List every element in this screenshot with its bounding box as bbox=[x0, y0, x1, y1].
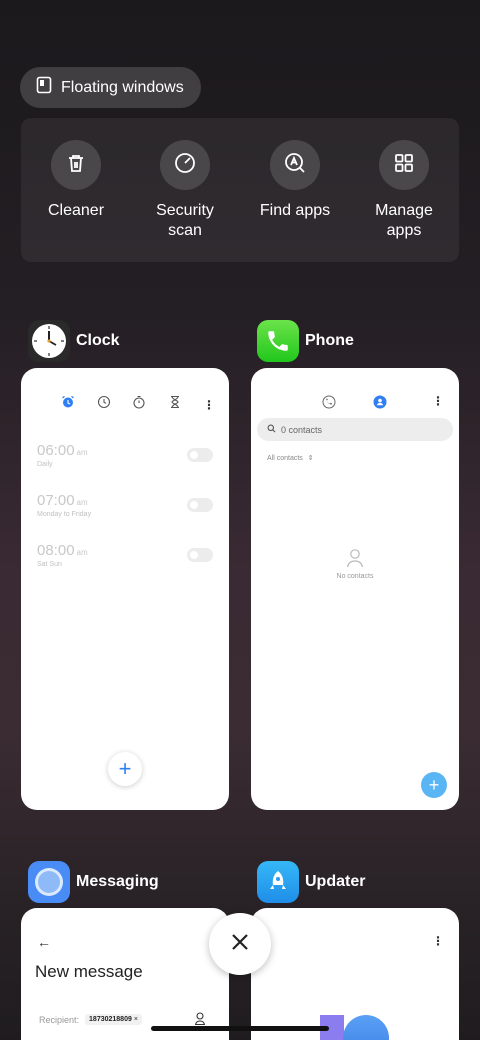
home-gesture-bar[interactable] bbox=[151, 1026, 329, 1031]
clock-app-name: Clock bbox=[76, 332, 120, 349]
person-outline-icon bbox=[251, 548, 459, 570]
alarm-item[interactable]: 06:00 am Daily bbox=[37, 442, 213, 482]
timer-icon[interactable] bbox=[168, 395, 182, 414]
close-icon bbox=[231, 933, 249, 956]
clock-app-card[interactable]: ⋮ 06:00 am Daily 07:00 am Monday to Friday… bbox=[21, 368, 229, 810]
plus-icon: + bbox=[428, 774, 440, 795]
clock-app-icon bbox=[28, 320, 70, 362]
updater-app-icon bbox=[257, 861, 299, 903]
sort-arrows-icon: ⇕ bbox=[307, 455, 314, 462]
trash-icon bbox=[65, 152, 87, 179]
remove-chip-icon[interactable]: × bbox=[134, 1016, 138, 1023]
alarm-item[interactable]: 08:00 am Sat Sun bbox=[37, 542, 213, 582]
recipient-chip[interactable]: 18730218809 × bbox=[85, 1014, 142, 1025]
search-placeholder: 0 contacts bbox=[281, 424, 323, 435]
contacts-filter-dropdown[interactable]: All contacts ⇕ bbox=[267, 454, 314, 462]
contacts-icon[interactable] bbox=[373, 395, 387, 414]
more-options-icon[interactable]: ⋮ bbox=[432, 934, 444, 948]
cleaner-button[interactable]: Cleaner bbox=[21, 140, 131, 221]
alarm-repeat: Sat Sun bbox=[37, 561, 62, 568]
phone-app-card[interactable]: ⋮ 0 contacts All contacts ⇕ No contacts … bbox=[251, 368, 459, 810]
phone-app-header[interactable]: Phone bbox=[257, 320, 354, 362]
cleaner-label: Cleaner bbox=[47, 202, 105, 219]
alarm-repeat: Daily bbox=[37, 461, 53, 468]
add-alarm-button[interactable]: + bbox=[108, 752, 142, 786]
quick-actions-panel: Cleaner Security scan Find apps Manage a… bbox=[21, 118, 459, 262]
stopwatch-icon[interactable] bbox=[132, 395, 146, 414]
messaging-app-name: Messaging bbox=[76, 873, 159, 890]
floating-windows-label: Floating windows bbox=[61, 78, 184, 96]
alarm-ampm: am bbox=[76, 548, 88, 557]
alarm-repeat: Monday to Friday bbox=[37, 511, 92, 518]
more-options-icon[interactable]: ⋮ bbox=[432, 394, 444, 408]
manage-apps-label: Manage apps bbox=[375, 202, 433, 239]
recipient-field[interactable]: Recipient: 18730218809 × bbox=[39, 1014, 142, 1025]
plus-icon: + bbox=[118, 756, 132, 781]
security-scan-icon bbox=[173, 151, 197, 180]
contacts-search-input[interactable]: 0 contacts bbox=[257, 418, 453, 441]
alarm-icon[interactable] bbox=[61, 395, 75, 414]
security-scan-label: Security scan bbox=[156, 202, 214, 239]
phone-app-name: Phone bbox=[305, 332, 354, 349]
world-clock-icon[interactable] bbox=[97, 395, 111, 414]
alarm-toggle[interactable] bbox=[187, 448, 213, 462]
messaging-app-icon bbox=[28, 861, 70, 903]
recipient-number: 18730218809 bbox=[89, 1016, 132, 1023]
close-all-button[interactable] bbox=[209, 913, 271, 975]
new-message-title: New message bbox=[35, 962, 143, 981]
security-scan-button[interactable]: Security scan bbox=[130, 140, 240, 241]
alarm-toggle[interactable] bbox=[187, 498, 213, 512]
find-apps-button[interactable]: Find apps bbox=[240, 140, 350, 221]
find-apps-icon bbox=[283, 151, 307, 180]
alarm-toggle[interactable] bbox=[187, 548, 213, 562]
manage-apps-button[interactable]: Manage apps bbox=[349, 140, 459, 241]
floating-windows-button[interactable]: Floating windows bbox=[20, 67, 201, 108]
alarm-item[interactable]: 07:00 am Monday to Friday bbox=[37, 492, 213, 532]
no-contacts-label: No contacts bbox=[336, 573, 374, 580]
alarm-ampm: am bbox=[76, 498, 88, 507]
phone-app-icon bbox=[257, 320, 299, 362]
floating-window-icon bbox=[36, 76, 52, 99]
alarm-time: 06:00 bbox=[37, 442, 75, 459]
messaging-app-header[interactable]: Messaging bbox=[28, 861, 159, 903]
clock-app-header[interactable]: Clock bbox=[28, 320, 120, 362]
filter-label: All contacts bbox=[267, 455, 303, 462]
empty-contacts: No contacts bbox=[251, 548, 459, 580]
back-arrow-icon[interactable]: ← bbox=[37, 934, 51, 950]
add-contact-button[interactable]: + bbox=[421, 772, 447, 798]
alarm-time: 07:00 bbox=[37, 492, 75, 509]
messaging-app-card[interactable]: ← New message Recipient: 18730218809 × bbox=[21, 908, 229, 1040]
more-options-icon[interactable]: ⋮ bbox=[203, 399, 215, 411]
alarm-time: 08:00 bbox=[37, 542, 75, 559]
find-apps-label: Find apps bbox=[259, 202, 331, 219]
recipient-label: Recipient: bbox=[39, 1014, 80, 1025]
alarm-ampm: am bbox=[76, 448, 88, 457]
clock-tabs: ⋮ bbox=[61, 395, 215, 414]
updater-app-name: Updater bbox=[305, 873, 366, 890]
grid-icon bbox=[393, 152, 415, 179]
updater-app-card[interactable]: ⋮ bbox=[251, 908, 459, 1040]
updater-app-header[interactable]: Updater bbox=[257, 861, 365, 903]
call-log-icon[interactable] bbox=[322, 395, 336, 414]
search-icon bbox=[267, 424, 276, 435]
updater-illustration-circle bbox=[343, 1015, 389, 1040]
